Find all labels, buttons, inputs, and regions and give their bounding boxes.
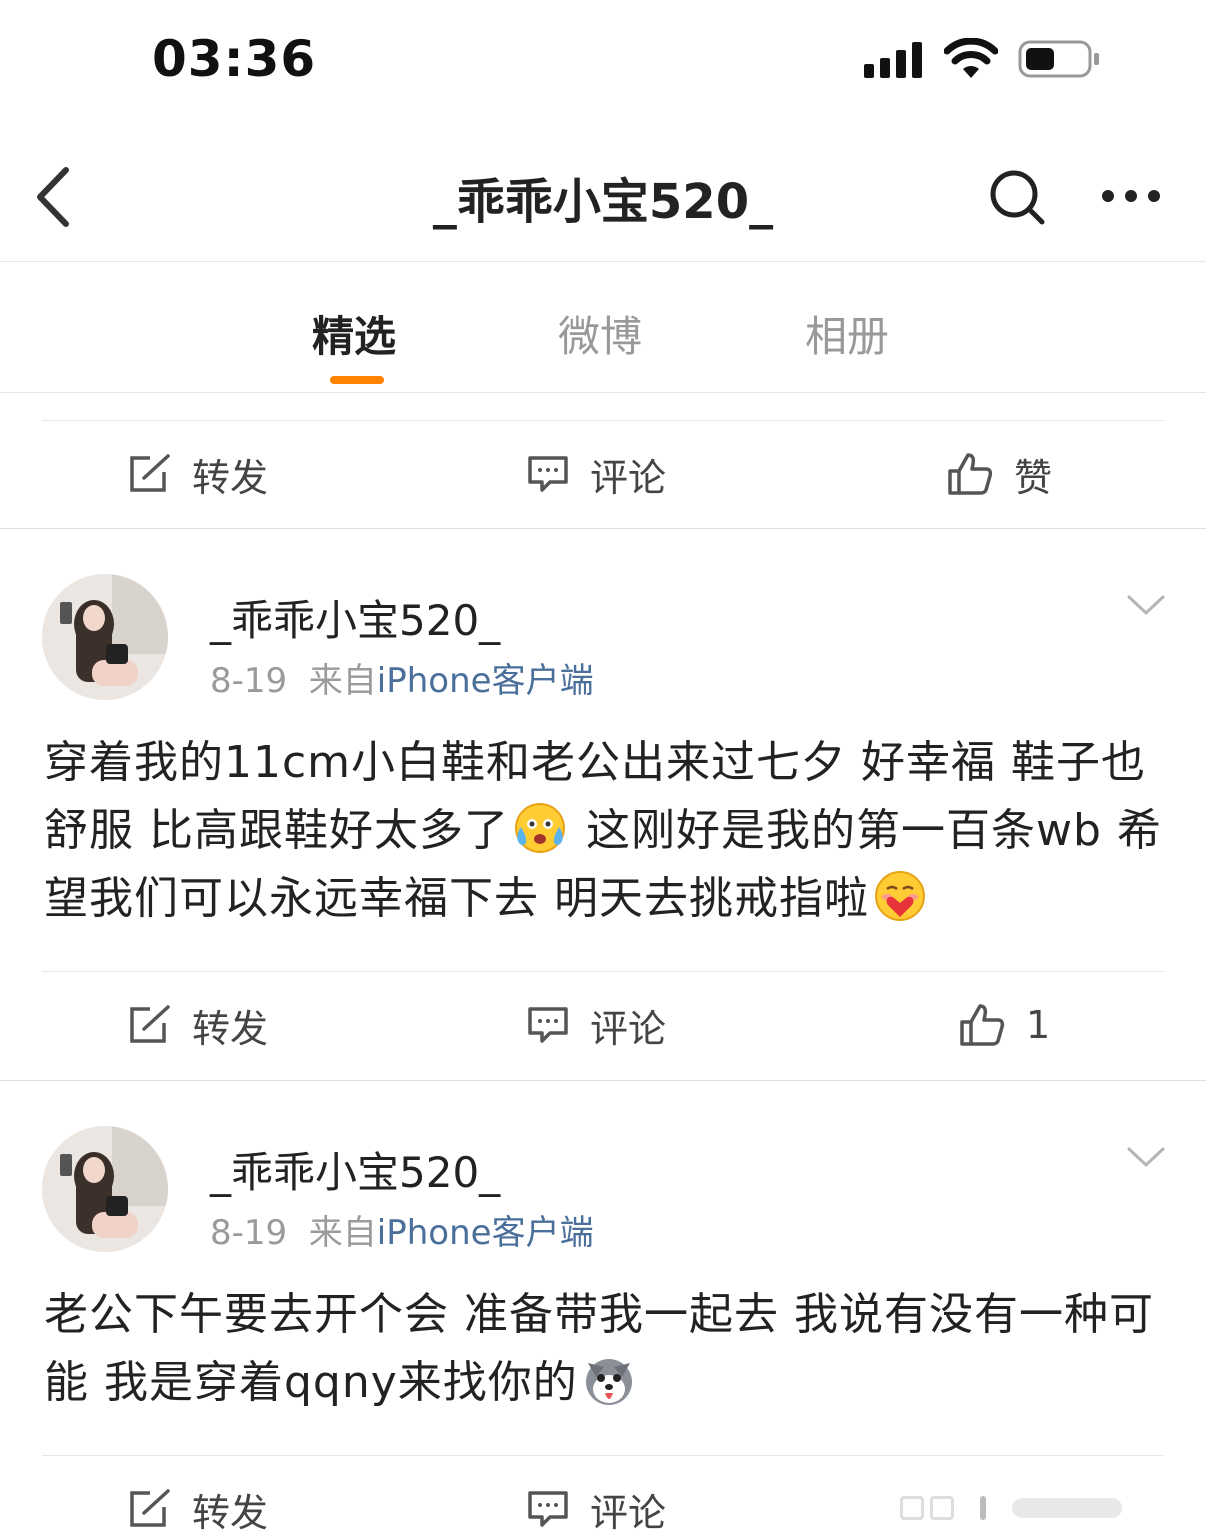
nav-bar: _乖乖小宝520_ [0, 130, 1206, 262]
author-name[interactable]: _乖乖小宝520_ [210, 1139, 500, 1200]
post-meta: 8-19 来自iPhone客户端 [210, 653, 594, 702]
crying-laugh-emoji-icon [515, 803, 565, 853]
repost-label: 转发 [192, 455, 269, 500]
avatar[interactable] [42, 1126, 168, 1252]
repost-button[interactable]: 转发 [128, 972, 268, 1078]
post-meta: 8-19 来自iPhone客户端 [210, 1205, 594, 1254]
tab-weibo[interactable]: 微博 [558, 303, 642, 364]
post-date: 8-19 [210, 661, 288, 701]
chevron-down-icon[interactable] [1126, 1145, 1166, 1169]
comment-icon [528, 1491, 568, 1527]
previous-post-action-bar: 转发 评论 赞 [42, 420, 1164, 526]
tab-featured[interactable]: 精选 [312, 303, 396, 364]
battery-icon [1018, 40, 1099, 78]
avatar-photo [42, 1126, 168, 1252]
repost-button[interactable]: 转发 [128, 1456, 268, 1536]
author-name[interactable]: _乖乖小宝520_ [210, 587, 500, 648]
wifi-icon [944, 38, 998, 78]
comment-button[interactable]: 评论 [526, 972, 666, 1078]
repost-label: 转发 [192, 1490, 269, 1535]
source-link[interactable]: iPhone客户端 [377, 1213, 594, 1253]
thumbs-up-icon [948, 453, 993, 495]
comment-button[interactable]: 评论 [526, 421, 666, 527]
active-tab-indicator [330, 376, 384, 384]
comment-label: 评论 [590, 455, 667, 500]
post-action-bar: 转发 评论 1 [42, 971, 1164, 1077]
repost-icon [130, 454, 170, 492]
more-options-icon[interactable] [1100, 184, 1162, 208]
post-text: 穿着我的11cm小白鞋和老公出来过七夕 好幸福 鞋子也舒服 比高跟鞋好太多了 这… [44, 729, 1174, 933]
post-text: 老公下午要去开个会 准备带我一起去 我说有没有一种可能 我是穿着qqny来找你的 [44, 1281, 1174, 1417]
post-card[interactable]: _乖乖小宝520_ 8-19 来自iPhone客户端 老公下午要去开个会 准备带… [0, 1081, 1206, 1536]
status-time: 03:36 [152, 30, 317, 88]
repost-icon [130, 1005, 170, 1043]
like-count: 1 [1026, 1003, 1051, 1047]
thumbs-up-icon [960, 1004, 1005, 1046]
back-arrow-icon[interactable] [30, 162, 80, 232]
like-label: 赞 [1014, 455, 1053, 500]
comment-button[interactable]: 评论 [526, 1456, 666, 1536]
comment-icon [528, 1007, 568, 1043]
comment-icon [528, 456, 568, 492]
post-date: 8-19 [210, 1213, 288, 1253]
tab-album[interactable]: 相册 [805, 303, 889, 364]
post-card[interactable]: _乖乖小宝520_ 8-19 来自iPhone客户端 穿着我的11cm小白鞋和老… [0, 529, 1206, 1080]
source-link[interactable]: iPhone客户端 [377, 661, 594, 701]
comment-label: 评论 [590, 1490, 667, 1535]
husky-dog-emoji-icon [585, 1359, 632, 1405]
repost-button[interactable]: 转发 [128, 421, 268, 527]
repost-icon [130, 1489, 170, 1527]
source-prefix: 来自 [308, 1213, 377, 1253]
source-prefix: 来自 [308, 661, 377, 701]
repost-label: 转发 [192, 1006, 269, 1051]
heart-hug-emoji-icon [875, 871, 925, 921]
page-title: _乖乖小宝520_ [432, 174, 774, 230]
profile-tabs: 精选 微博 相册 [0, 263, 1206, 393]
like-button[interactable]: 赞 [946, 421, 1052, 527]
search-icon[interactable] [988, 168, 1046, 226]
cellular-signal-icon [864, 42, 922, 78]
like-button[interactable]: 1 [958, 972, 1050, 1078]
home-indicator [900, 1494, 1200, 1522]
chevron-down-icon[interactable] [1126, 593, 1166, 617]
status-bar: 03:36 [0, 0, 1206, 120]
avatar[interactable] [42, 574, 168, 700]
comment-label: 评论 [590, 1006, 667, 1051]
avatar-photo [42, 574, 168, 700]
